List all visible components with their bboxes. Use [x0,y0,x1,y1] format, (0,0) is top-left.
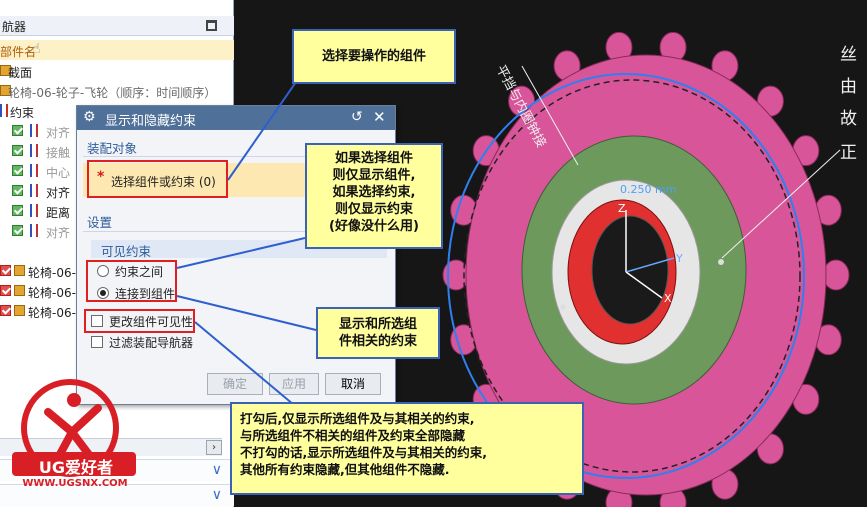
tree-row-section[interactable]: 截面 [0,61,234,81]
checkbox-icon[interactable] [12,145,23,156]
tree-row-label: 距离 [46,206,71,220]
checkbox-icon[interactable] [12,185,23,196]
dialog-title: 显示和隐藏约束 [105,114,197,129]
distance-constraint-icon [30,204,38,217]
checkbox-icon[interactable] [12,125,23,136]
apply-button[interactable]: 应用 [269,373,319,395]
hub-inner [591,215,669,325]
tree-row-assembly[interactable]: 轮椅-06-轮子-飞轮（顺序：时间顺序） [0,81,234,101]
gear-icon: ⚙ [83,109,96,125]
section-assembly-objects[interactable]: 装配对象 [87,138,137,157]
callout-line: 打勾后,仅显示所选组件及与其相关的约束, [240,411,475,426]
pin-hole [560,304,566,310]
checkbox-icon[interactable] [12,165,23,176]
checkbox-icon[interactable] [0,285,11,296]
callout-line: 如果选择组件 [334,151,413,166]
visible-constraints-label: 可见约束 [101,244,152,259]
callout-line: 显示和所选组 [338,317,417,332]
callout-line: 不打勾的话,显示所选组件及与其相关的约束, [240,445,487,460]
callout-line: 其他所有约束隐藏,但其他组件不隐藏. [240,462,450,477]
checkbox-label: 过滤装配导航器 [109,336,194,350]
component-icon [14,265,25,276]
callout-line: 如果选择约束, [332,185,416,200]
tree-row-label: 约束 [10,106,35,120]
gear-tooth [442,259,470,291]
pin-hole [718,259,724,265]
touch-constraint-icon [30,144,38,157]
checkbox-icon[interactable] [12,225,23,236]
highlight-checkbox [84,309,195,333]
axis-x-label: X [664,292,672,305]
logo-brand: UG爱好者 [38,458,114,477]
navigator-title: 航器 [2,20,27,34]
tree-row-label: 轮椅-06-轮子-飞轮（顺序：时间顺序） [8,86,217,100]
window-icon[interactable] [206,20,217,31]
ugsnx-logo: UG爱好者 WWW.UGSNX.COM [10,378,140,498]
dimension-label: 0.250 mm [620,183,676,196]
navigator-header: 航器 [0,16,234,36]
dialog-titlebar[interactable]: ⚙ 显示和隐藏约束 ↺ ✕ [77,106,395,130]
gear-tooth [822,259,850,291]
chevron-down-icon[interactable]: ∨ [212,462,222,478]
tree-row-label: 对齐 [46,226,71,240]
align-constraint-icon [30,124,38,137]
right-text: 丝 [840,45,857,65]
close-icon[interactable]: ✕ [373,108,386,126]
component-icon [14,285,25,296]
tree-row-label: 中心 [46,166,71,180]
reset-icon[interactable]: ↺ [351,109,363,125]
center-constraint-icon [30,164,38,177]
callout-line: 则仅显示约束 [334,202,413,217]
tree-row-label: 对齐 [46,126,71,140]
tree-row-label: 轮椅-06- [28,266,76,280]
tree-row-label: 轮椅-06- [28,306,76,320]
callout-line: 则仅显示组件, [332,168,416,183]
align-constraint-icon [30,224,38,237]
callout-select-component: 选择要操作的组件 [292,29,456,84]
callout-line: (好像没什么用) [329,219,419,234]
align-constraint-icon [30,184,38,197]
tree-row-label: 部件名 [0,45,37,59]
callout-line: 件相关的约束 [338,334,417,349]
cancel-button[interactable]: 取消 [325,373,381,395]
checkbox-icon[interactable] [0,305,11,316]
checkbox-icon[interactable] [0,265,11,276]
axis-z-label: Z [618,202,626,215]
tree-row-label: 截面 [8,66,33,80]
tree-row-label: 接触 [46,146,71,160]
callout-text: 选择要操作的组件 [321,49,426,64]
axis-y-label: Y [675,252,683,265]
right-text: 故 [840,109,857,129]
callout-line: 与所选组件不相关的组件及约束全部隐藏 [240,428,466,443]
highlight-select [87,160,228,198]
right-text: 正 [840,143,857,163]
tree-row-label: 对齐 [46,186,71,200]
hand-cursor-icon: ☝ [32,41,41,57]
constraint-icon [0,104,8,117]
callout-connected: 显示和所选组 件相关的约束 [316,307,440,359]
tree-row-part-name[interactable]: 部件名 ☝ [0,40,234,60]
callout-visibility-explain: 打勾后,仅显示所选组件及与其相关的约束, 与所选组件不相关的组件及约束全部隐藏 … [230,402,584,495]
highlight-radio [86,260,177,302]
section-settings[interactable]: 设置 [87,212,112,231]
checkbox-filter-navigator[interactable] [91,336,103,348]
ok-button[interactable]: 确定 [207,373,263,395]
logo-url: WWW.UGSNX.COM [22,478,128,489]
tree-row-label: 轮椅-06- [28,286,76,300]
scroll-right-icon[interactable]: › [206,440,222,455]
chevron-down-icon[interactable]: ∨ [212,487,222,503]
callout-select-explain: 如果选择组件 则仅显示组件, 如果选择约束, 则仅显示约束 (好像没什么用) [305,143,443,249]
checkbox-icon[interactable] [12,205,23,216]
right-text: 由 [840,77,857,97]
component-icon [14,305,25,316]
